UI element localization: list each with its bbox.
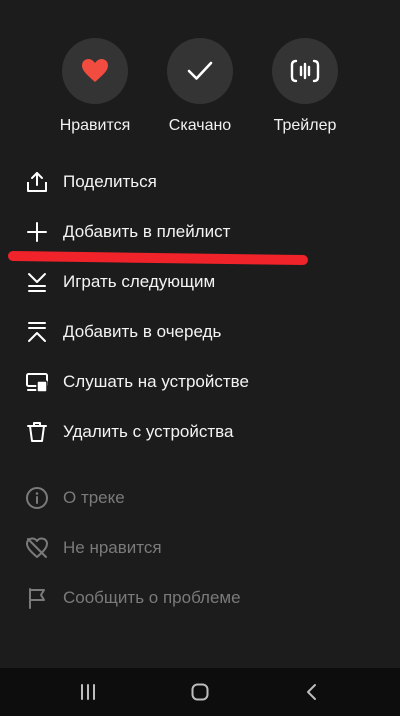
back-icon	[307, 684, 316, 700]
report-problem-label: Сообщить о проблеме	[63, 588, 241, 607]
listen-on-device-label: Слушать на устройстве	[63, 372, 249, 391]
downloaded-action[interactable]: Скачано	[150, 38, 250, 135]
add-to-queue-label: Добавить в очередь	[63, 322, 222, 341]
waveform-icon	[290, 59, 320, 83]
plus-icon	[24, 219, 50, 245]
menu-item-play-next[interactable]: Играть следующим	[0, 262, 400, 302]
system-navigation-bar	[0, 668, 400, 716]
share-label: Поделиться	[63, 172, 157, 191]
share-icon	[24, 169, 50, 195]
flag-icon	[24, 585, 50, 611]
recent-apps-button[interactable]	[74, 678, 102, 706]
menu-item-delete-from-device[interactable]: Удалить с устройства	[0, 412, 400, 452]
menu-item-add-to-queue[interactable]: Добавить в очередь	[0, 312, 400, 352]
home-button[interactable]	[186, 678, 214, 706]
broken-heart-icon	[24, 535, 50, 561]
home-icon	[191, 683, 209, 701]
trailer-label: Трейлер	[273, 117, 337, 134]
trailer-action[interactable]: Трейлер	[255, 38, 355, 135]
recent-apps-icon	[81, 684, 95, 700]
queue-icon	[24, 319, 50, 345]
trailer-button[interactable]	[272, 38, 338, 104]
quick-actions: Нравится Скачано Трейлер	[0, 38, 400, 138]
about-track-label: О треке	[63, 488, 125, 507]
device-icon	[24, 369, 50, 395]
menu-item-dislike[interactable]: Не нравится	[0, 528, 400, 568]
checkmark-icon	[187, 61, 213, 80]
add-to-playlist-label: Добавить в плейлист	[63, 222, 231, 241]
menu-item-listen-on-device[interactable]: Слушать на устройстве	[0, 362, 400, 402]
track-menu-sheet: Нравится Скачано Трейлер Поделиться Доба…	[0, 0, 400, 668]
like-button[interactable]	[62, 38, 128, 104]
play-next-label: Играть следующим	[63, 272, 216, 291]
downloaded-button[interactable]	[167, 38, 233, 104]
menu-item-about-track[interactable]: О треке	[0, 478, 400, 518]
back-button[interactable]	[298, 678, 326, 706]
menu-item-add-to-playlist[interactable]: Добавить в плейлист	[0, 212, 400, 252]
menu-item-share[interactable]: Поделиться	[0, 162, 400, 202]
delete-from-device-label: Удалить с устройства	[63, 422, 234, 441]
menu-item-report-problem[interactable]: Сообщить о проблеме	[0, 578, 400, 618]
dislike-label: Не нравится	[63, 538, 162, 557]
trash-icon	[24, 419, 50, 445]
downloaded-label: Скачано	[168, 117, 232, 134]
heart-icon	[82, 59, 108, 82]
info-icon	[24, 485, 50, 511]
play-next-icon	[24, 269, 50, 295]
like-action[interactable]: Нравится	[45, 38, 145, 135]
like-label: Нравится	[59, 117, 131, 134]
